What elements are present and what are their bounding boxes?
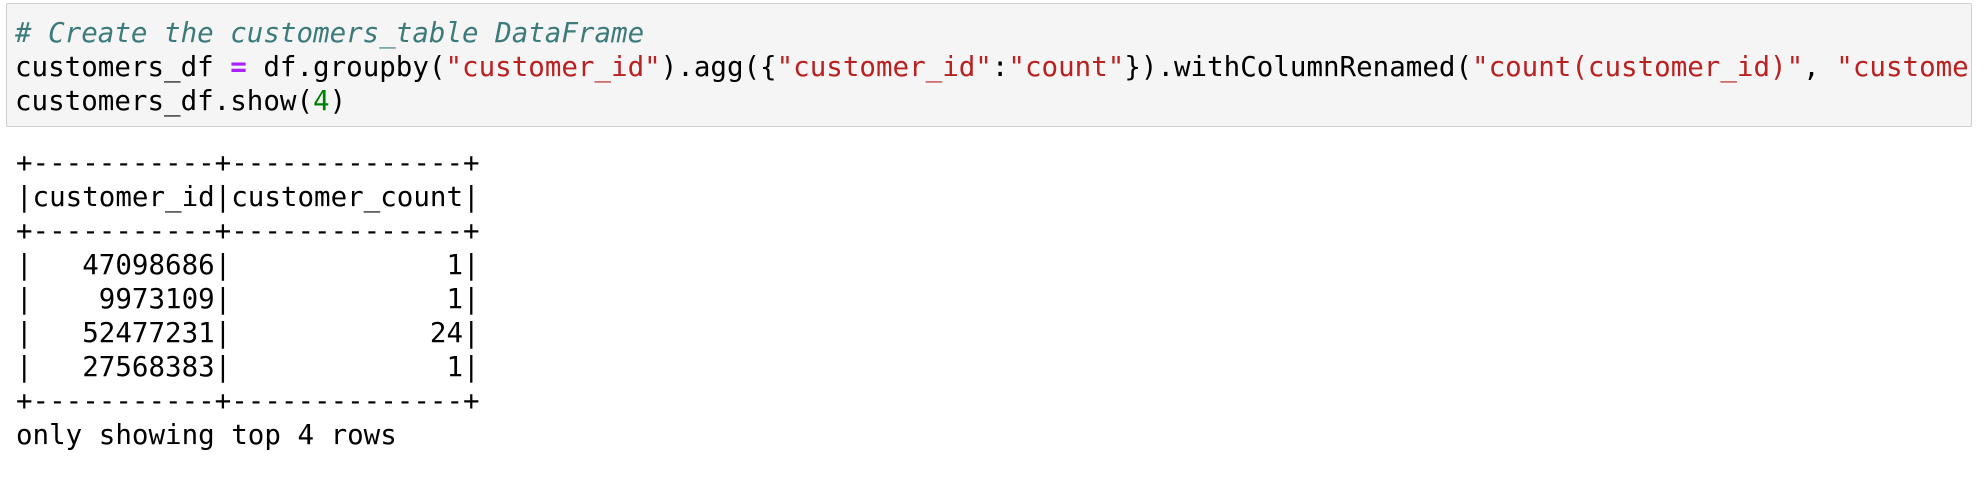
code-cell[interactable]: # Create the customers_table DataFrame cu… (6, 3, 1972, 127)
code-token: df.groupby( (246, 51, 446, 83)
code-number: 4 (313, 85, 330, 117)
code-token: customers_df (15, 51, 231, 83)
table-border-bottom: +-----------+--------------+ (16, 385, 480, 417)
code-line-groupby: customers_df = df.groupby("customer_id")… (15, 50, 1971, 84)
code-token: : (991, 51, 1009, 83)
code-token: ) (329, 85, 347, 117)
code-string: "customer_id" (776, 51, 992, 83)
code-string: "customer_count") (1836, 51, 1971, 83)
code-token: ).agg({ (660, 51, 777, 83)
code-line-show: customers_df.show(4) (15, 84, 1971, 118)
code-comment: # Create the customers_table DataFrame (15, 17, 645, 49)
output-footer-text: only showing top 4 rows (16, 419, 397, 451)
cell-output: +-----------+--------------+ |customer_id… (16, 146, 480, 452)
code-token: , (1803, 51, 1837, 83)
table-row: | 27568383| 1| (16, 351, 480, 383)
table-row: | 47098686| 1| (16, 249, 480, 281)
table-border-top: +-----------+--------------+ (16, 147, 480, 179)
code-string: "customer_id" (445, 51, 661, 83)
code-line-comment: # Create the customers_table DataFrame (15, 16, 1971, 50)
table-header: |customer_id|customer_count| (16, 181, 480, 213)
table-row: | 52477231| 24| (16, 317, 480, 349)
code-string: "count" (1008, 51, 1125, 83)
code-editor[interactable]: # Create the customers_table DataFrame cu… (7, 4, 1971, 118)
code-operator: = (230, 51, 247, 83)
code-string: "count(customer_id)" (1472, 51, 1804, 83)
code-token: }).withColumnRenamed( (1124, 51, 1473, 83)
code-token: customers_df.show( (15, 85, 314, 117)
table-border-header: +-----------+--------------+ (16, 215, 480, 247)
table-row: | 9973109| 1| (16, 283, 480, 315)
